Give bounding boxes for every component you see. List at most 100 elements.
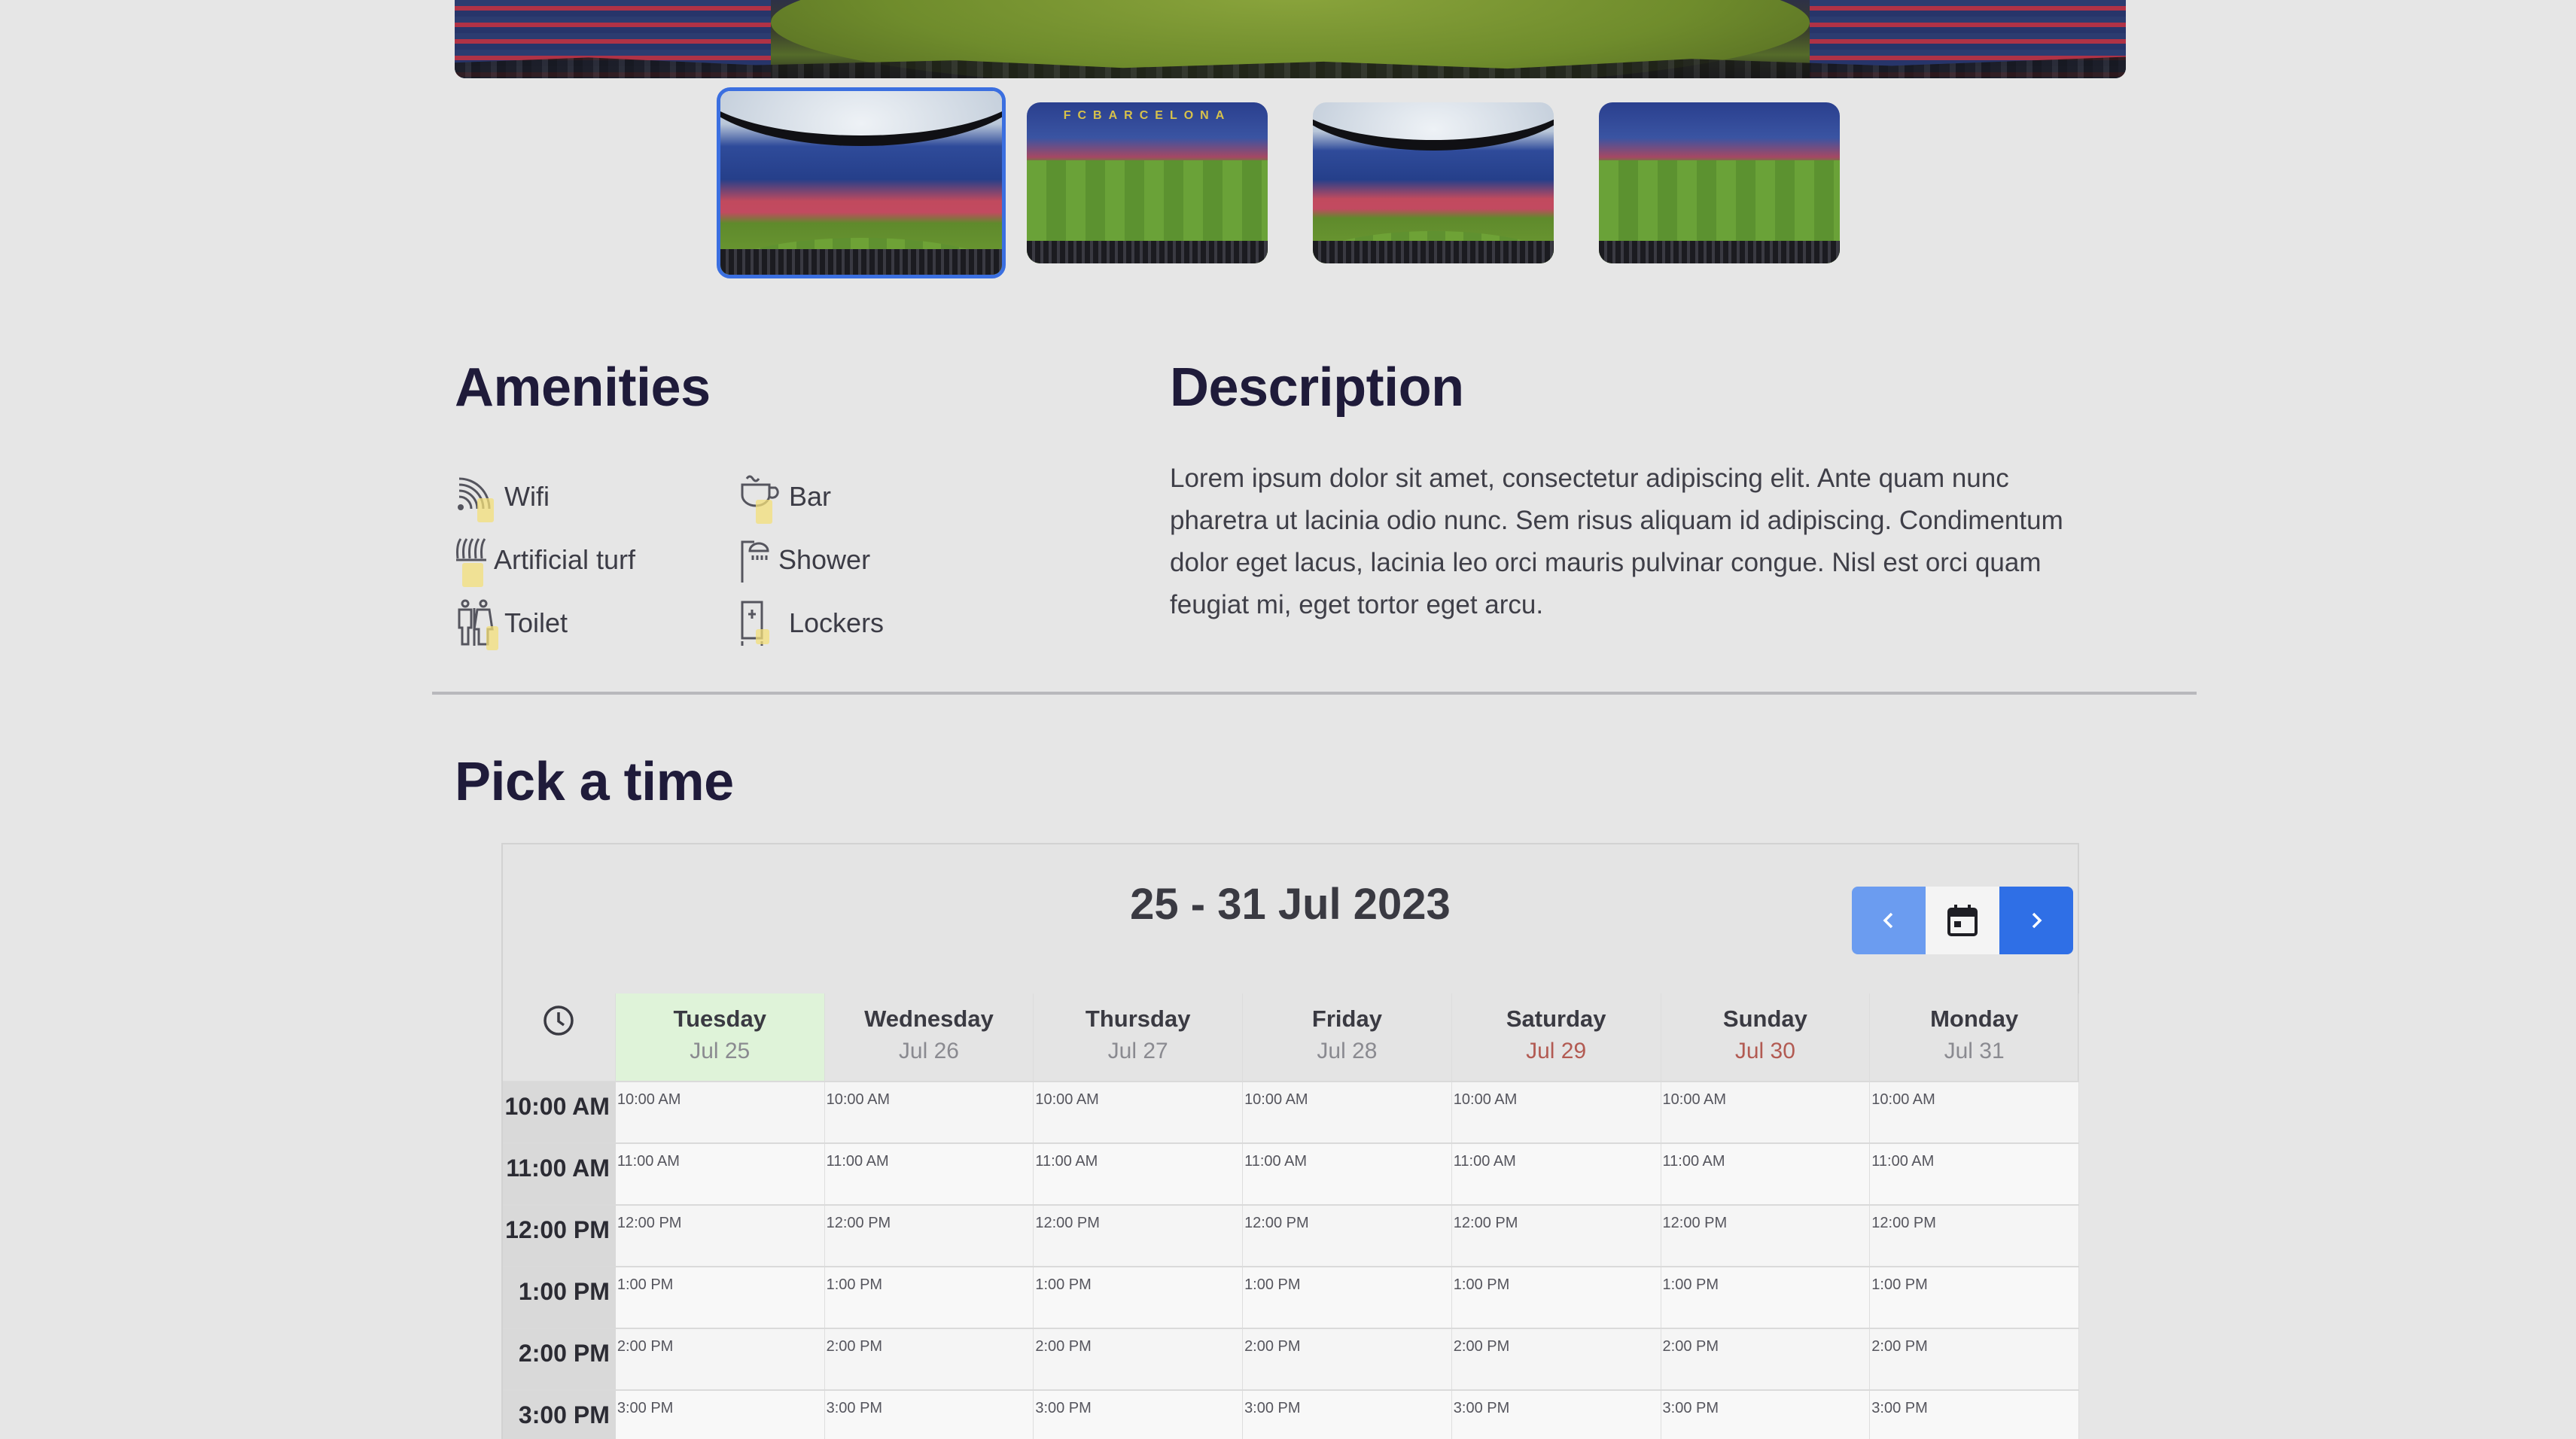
amenity-wifi: Wifi (455, 473, 550, 522)
amenity-lockers: Lockers (739, 599, 884, 647)
gallery-thumbnail-3[interactable] (1313, 102, 1554, 263)
time-slot-friday[interactable]: 3:00 PM (1243, 1391, 1452, 1439)
toilet-icon (455, 599, 498, 650)
time-row: 10:00 AM 10:00 AM 10:00 AM 10:00 AM 10:00 AM… (503, 1081, 2079, 1142)
time-slot-tuesday[interactable]: 1:00 PM (615, 1267, 825, 1328)
time-slot-saturday[interactable]: 1:00 PM (1451, 1267, 1661, 1328)
time-slot-wednesday[interactable]: 12:00 PM (824, 1206, 1034, 1266)
section-divider (432, 692, 2197, 695)
day-name: Friday (1311, 1005, 1382, 1032)
time-slot-sunday[interactable]: 2:00 PM (1661, 1329, 1871, 1389)
time-slot-saturday[interactable]: 11:00 AM (1451, 1144, 1661, 1204)
time-slot-tuesday[interactable]: 3:00 PM (615, 1391, 825, 1439)
time-slot-friday[interactable]: 2:00 PM (1243, 1329, 1452, 1389)
shower-icon (739, 536, 772, 584)
time-slot-thursday[interactable]: 10:00 AM (1034, 1082, 1244, 1142)
time-slot-thursday[interactable]: 3:00 PM (1034, 1391, 1244, 1439)
day-header-row: Tuesday Jul 25 Wednesday Jul 26 Thursday Jul … (503, 993, 2079, 1081)
day-header-wednesday: Wednesday Jul 26 (825, 993, 1034, 1081)
chevron-right-icon (2032, 912, 2042, 929)
amenity-label: Toilet (504, 607, 568, 638)
time-slot-saturday[interactable]: 2:00 PM (1451, 1329, 1661, 1389)
time-slot-wednesday[interactable]: 1:00 PM (824, 1267, 1034, 1328)
time-slot-friday[interactable]: 1:00 PM (1243, 1267, 1452, 1328)
amenity-label: Artificial turf (494, 544, 636, 575)
turf-icon (455, 536, 488, 587)
day-header-friday: Friday Jul 28 (1243, 993, 1452, 1081)
time-slot-saturday[interactable]: 3:00 PM (1451, 1391, 1661, 1439)
description-text: Lorem ipsum dolor sit amet, consectetur … (1170, 464, 2063, 619)
time-slot-monday[interactable]: 11:00 AM (1870, 1144, 2079, 1204)
time-label: 1:00 PM (503, 1267, 616, 1328)
time-slot-monday[interactable]: 10:00 AM (1870, 1082, 2079, 1142)
cup-icon (739, 473, 783, 524)
time-slot-wednesday[interactable]: 10:00 AM (824, 1082, 1034, 1142)
day-date: Jul 25 (690, 1039, 751, 1063)
scheduler-calendar: 25 - 31 Jul 2023 Tuesday Jul 25 Wednesday J… (501, 843, 2079, 1439)
time-slot-friday[interactable]: 10:00 AM (1243, 1082, 1452, 1142)
time-slot-sunday[interactable]: 12:00 PM (1661, 1206, 1871, 1266)
day-date: Jul 27 (1107, 1039, 1168, 1063)
time-grid: Tuesday Jul 25 Wednesday Jul 26 Thursday Jul … (503, 993, 2079, 1439)
time-slot-sunday[interactable]: 11:00 AM (1661, 1144, 1871, 1204)
time-slot-wednesday[interactable]: 3:00 PM (824, 1391, 1034, 1439)
time-row: 11:00 AM 11:00 AM 11:00 AM 11:00 AM 11:00 AM… (503, 1142, 2079, 1204)
time-slot-wednesday[interactable]: 11:00 AM (824, 1144, 1034, 1204)
time-slot-saturday[interactable]: 12:00 PM (1451, 1206, 1661, 1266)
time-slot-wednesday[interactable]: 2:00 PM (824, 1329, 1034, 1389)
amenity-shower: Shower (739, 536, 870, 584)
stadium-banner-text: FCBARCELONA (1063, 108, 1232, 122)
amenities-title: Amenities (455, 357, 711, 418)
time-slot-tuesday[interactable]: 2:00 PM (615, 1329, 825, 1389)
day-name: Saturday (1506, 1005, 1606, 1032)
day-header-tuesday: Tuesday Jul 25 (615, 993, 825, 1081)
date-range-label: 25 - 31 Jul 2023 (1130, 880, 1451, 929)
time-slot-monday[interactable]: 12:00 PM (1870, 1206, 2079, 1266)
day-name: Sunday (1722, 1005, 1807, 1032)
time-row: 3:00 PM 3:00 PM 3:00 PM 3:00 PM 3:00 PM 3:00 … (503, 1389, 2079, 1439)
next-week-button[interactable] (1999, 887, 2073, 954)
day-header-saturday: Saturday Jul 29 (1452, 993, 1661, 1081)
time-column-header (503, 993, 616, 1081)
today-button[interactable] (1926, 887, 1999, 954)
time-slot-thursday[interactable]: 1:00 PM (1034, 1267, 1244, 1328)
day-date: Jul 31 (1944, 1039, 2005, 1063)
gallery-thumbnail-1[interactable] (717, 87, 1006, 278)
day-date: Jul 26 (898, 1039, 959, 1063)
time-slot-monday[interactable]: 2:00 PM (1870, 1329, 2079, 1389)
gallery-thumbnail-2[interactable]: FCBARCELONA (1027, 102, 1268, 263)
time-slot-sunday[interactable]: 3:00 PM (1661, 1391, 1871, 1439)
day-name: Monday (1930, 1005, 2019, 1032)
locker-icon (739, 599, 783, 647)
time-slot-thursday[interactable]: 12:00 PM (1034, 1206, 1244, 1266)
time-slot-sunday[interactable]: 1:00 PM (1661, 1267, 1871, 1328)
hero-image (455, 0, 2126, 78)
amenity-label: Wifi (504, 481, 550, 512)
time-slot-monday[interactable]: 3:00 PM (1870, 1391, 2079, 1439)
time-slot-friday[interactable]: 12:00 PM (1243, 1206, 1452, 1266)
calendar-navigation (1852, 887, 2073, 954)
time-slot-tuesday[interactable]: 10:00 AM (615, 1082, 825, 1142)
time-slot-friday[interactable]: 11:00 AM (1243, 1144, 1452, 1204)
time-label: 11:00 AM (503, 1144, 616, 1204)
previous-week-button[interactable] (1852, 887, 1926, 954)
time-slot-thursday[interactable]: 2:00 PM (1034, 1329, 1244, 1389)
description-title: Description (1170, 357, 1464, 418)
time-slot-sunday[interactable]: 10:00 AM (1661, 1082, 1871, 1142)
time-label: 12:00 PM (503, 1206, 616, 1266)
calendar-icon (1947, 905, 1978, 936)
gallery-thumbnail-4[interactable] (1599, 102, 1840, 263)
time-slot-tuesday[interactable]: 11:00 AM (615, 1144, 825, 1204)
time-slot-tuesday[interactable]: 12:00 PM (615, 1206, 825, 1266)
amenity-label: Lockers (789, 607, 885, 638)
time-slot-saturday[interactable]: 10:00 AM (1451, 1082, 1661, 1142)
amenity-label: Bar (789, 481, 832, 512)
time-slot-monday[interactable]: 1:00 PM (1870, 1267, 2079, 1328)
amenity-artificial-turf: Artificial turf (455, 536, 636, 587)
day-name: Wednesday (864, 1005, 994, 1032)
chevron-left-icon (1883, 912, 1893, 929)
clock-icon (544, 1005, 574, 1036)
day-header-monday: Monday Jul 31 (1870, 993, 2079, 1081)
time-slot-thursday[interactable]: 11:00 AM (1034, 1144, 1244, 1204)
time-label: 10:00 AM (503, 1082, 616, 1142)
